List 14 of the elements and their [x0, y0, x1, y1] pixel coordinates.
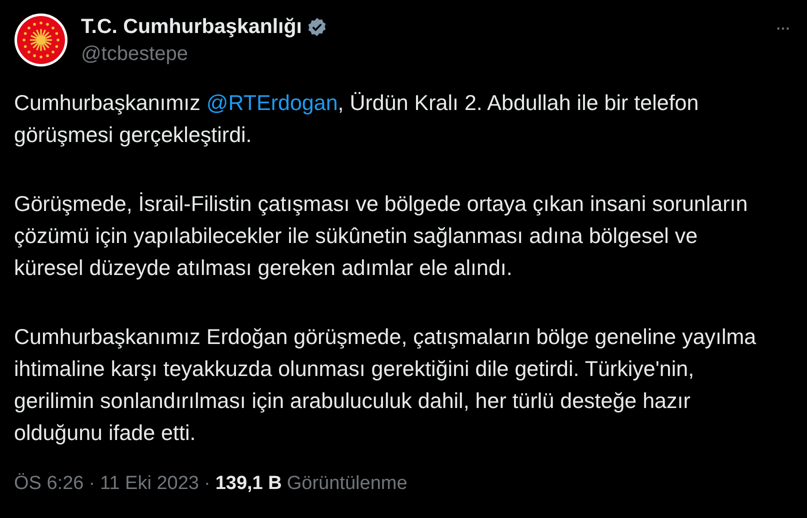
views-label: Görüntülenme	[286, 473, 408, 495]
tweet-paragraph: Görüşmede, İsrail-Filistin çatışması ve bölgede ortaya çıkan insani sorunların çözümü için yapılabilecekler ile sükûnetin sağlanması adına bölgesel ve küresel düzeyde atılması gereken adımlar ele alındı.	[14, 191, 749, 282]
tweet-paragraph: Cumhurbaşkanımız Erdoğan görüşmede, çatışmaların bölge geneline yayılma ihtimaline karşı teyakkuzda olunması gerektiğini dile getirdi. Türkiye'nin, gerilimin sonlandırılması için arabuluculuk dahil, her türlü desteğe hazır olduğunu ifade etti.	[14, 324, 758, 447]
author-name[interactable]: T.C. Cumhurbaşkanlığı	[81, 14, 302, 38]
author-handle[interactable]: @tcbestepe	[81, 42, 758, 66]
post-date[interactable]: 11 Eki 2023	[100, 473, 199, 495]
separator-dot: ·	[204, 473, 210, 495]
emblem-logo	[14, 13, 68, 67]
views-count: 139,1 B	[215, 473, 282, 495]
separator-dot: ·	[88, 473, 96, 495]
tweet-paragraph: Cumhurbaşkanımız @RTErdogan, Ürdün Kralı 2. Abdullah ile bir telefon görüşmesi gerçekleştirdi.	[14, 90, 700, 149]
post-time[interactable]: ÖS 6:26	[14, 473, 84, 495]
more-button[interactable]: ···	[771, 17, 793, 40]
mention-link[interactable]: @RTErdogan	[206, 91, 338, 115]
